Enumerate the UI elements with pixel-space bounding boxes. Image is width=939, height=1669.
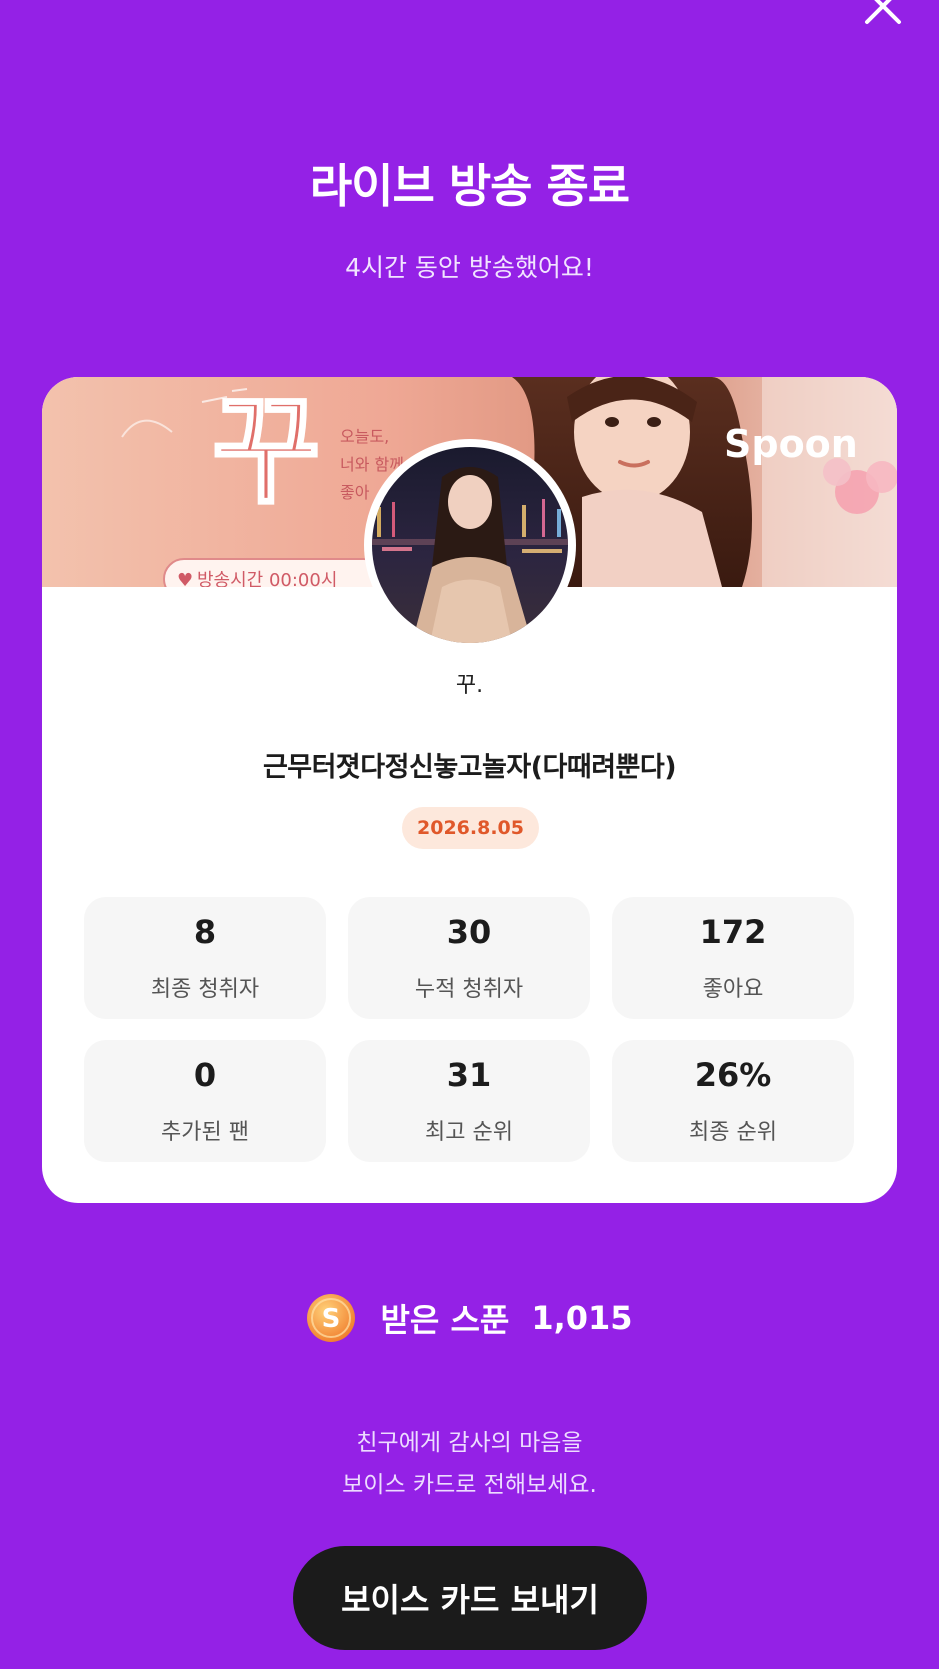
thanks-message-line-2: 보이스 카드로 전해보세요. xyxy=(342,1472,597,1498)
coin-letter: S xyxy=(322,1304,341,1334)
stat-value: 0 xyxy=(193,1056,217,1094)
stat-label: 최종 순위 xyxy=(689,1120,777,1145)
spoon-brand-logo: Spoon xyxy=(724,422,858,466)
send-voice-card-button[interactable]: 보이스 카드 보내기 xyxy=(293,1546,647,1650)
broadcast-duration: 4시간 동안 방송했어요! xyxy=(345,253,594,282)
stat-label: 최종 청취자 xyxy=(150,977,260,1002)
stat-final-rank: 26% 최종 순위 xyxy=(612,1040,854,1162)
banner-time-pill: 방송시간 00:00시 xyxy=(197,570,337,587)
page-title: 라이브 방송 종료 xyxy=(309,159,630,213)
stat-value: 172 xyxy=(699,913,767,951)
avatar[interactable] xyxy=(364,439,576,651)
banner-side-text-3: 좋아 xyxy=(340,483,370,502)
received-spoons: S 받은 스푼 1,015 xyxy=(0,1290,939,1346)
banner-big-char: 꾸 xyxy=(212,382,321,520)
spoons-label: 받은 스푼 xyxy=(380,1301,510,1339)
stat-new-fans: 0 추가된 팬 xyxy=(84,1040,326,1162)
stat-best-rank: 31 최고 순위 xyxy=(348,1040,590,1162)
host-nickname: 꾸. xyxy=(455,673,484,698)
date-badge: 2026.8.05 xyxy=(402,807,539,849)
live-title: 근무터졋다정신놓고놀자(다때려뿐다) xyxy=(262,752,677,783)
stat-value: 31 xyxy=(446,1056,492,1094)
stat-value: 26% xyxy=(694,1056,772,1094)
broadcast-summary-card: 꾸 오늘도, 너와 함께 좋아 ♥ 방송시간 00:00시 Spoon 꾸. 근… xyxy=(42,377,897,1203)
thanks-message-line-1: 친구에게 감사의 마음을 xyxy=(356,1430,583,1456)
stat-label: 좋아요 xyxy=(702,977,764,1002)
banner-side-text-1: 오늘도, xyxy=(340,427,389,446)
stat-label: 추가된 팬 xyxy=(161,1120,249,1145)
stat-value: 30 xyxy=(446,913,492,951)
stat-value: 8 xyxy=(193,913,217,951)
close-icon[interactable] xyxy=(861,0,905,28)
stat-label: 누적 청취자 xyxy=(414,977,524,1002)
stat-cumulative-listeners: 30 누적 청취자 xyxy=(348,897,590,1019)
spoons-value: 1,015 xyxy=(531,1299,633,1337)
stat-label: 최고 순위 xyxy=(425,1120,513,1145)
svg-text:♥: ♥ xyxy=(177,570,193,587)
thanks-message: 친구에게 감사의 마음을 보이스 카드로 전해보세요. xyxy=(0,1422,939,1506)
stat-likes: 172 좋아요 xyxy=(612,897,854,1019)
spoon-coin-icon: S xyxy=(307,1294,356,1342)
avatar-image xyxy=(372,447,568,643)
stat-final-listeners: 8 최종 청취자 xyxy=(84,897,326,1019)
